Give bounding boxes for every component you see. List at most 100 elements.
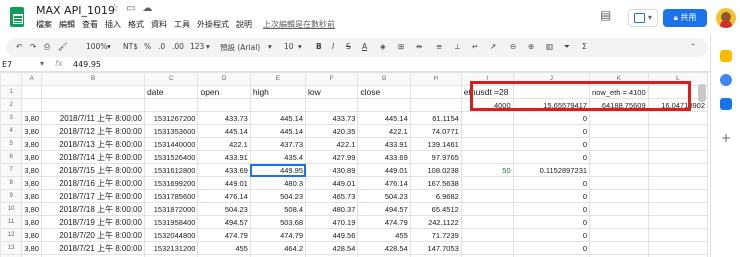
column-header-e[interactable]: E: [249, 72, 307, 86]
cell-g10[interactable]: 494.57: [357, 202, 411, 216]
sheets-logo-icon[interactable]: [10, 7, 24, 27]
cell-c8[interactable]: 1531699200: [143, 176, 199, 190]
cell-g11[interactable]: 474.79: [357, 215, 411, 229]
row-header[interactable]: 3: [0, 111, 23, 125]
cell-j8[interactable]: 0: [512, 176, 591, 190]
cell-f7[interactable]: 430.89: [305, 163, 359, 177]
cell-h8[interactable]: 167.5638: [409, 176, 462, 190]
percent-format-button[interactable]: %: [144, 42, 151, 51]
cell-f11[interactable]: 470.19: [305, 215, 359, 229]
row-header[interactable]: 7: [0, 163, 23, 177]
row-header[interactable]: 11: [0, 215, 23, 229]
menu-file[interactable]: 檔案: [36, 20, 52, 29]
row-header[interactable]: 6: [0, 150, 23, 164]
cell-i6[interactable]: [460, 150, 514, 164]
cell-a6[interactable]: 3,80: [21, 150, 42, 164]
cell-f8[interactable]: 449.01: [305, 176, 359, 190]
cell-c6[interactable]: 1531526400: [143, 150, 199, 164]
cell-c2[interactable]: [143, 98, 199, 112]
cell-c10[interactable]: 1531872000: [143, 202, 199, 216]
cell-e12[interactable]: 474.79: [249, 228, 307, 242]
cell-b5[interactable]: 2018/7/13 上午 8:00:00: [40, 137, 145, 151]
cell-e9[interactable]: 504.23: [249, 189, 307, 203]
cell-l5[interactable]: [647, 137, 708, 151]
cell-f2[interactable]: [305, 98, 359, 112]
collapse-toolbar-icon[interactable]: ⌃: [690, 42, 696, 51]
folder-icon[interactable]: ▭: [126, 3, 135, 14]
filter-icon[interactable]: ⏷: [564, 42, 570, 52]
cell-a7[interactable]: 3,80: [21, 163, 42, 177]
cell-i3[interactable]: [460, 111, 514, 125]
cell-e3[interactable]: 445.14: [249, 111, 307, 125]
cell-a4[interactable]: 3,80: [21, 124, 42, 138]
cell-d9[interactable]: 476.14: [197, 189, 251, 203]
cell-j3[interactable]: 0: [512, 111, 591, 125]
redo-icon[interactable]: ↷: [30, 42, 36, 51]
cell-l6[interactable]: [647, 150, 708, 164]
cell-i2[interactable]: 4000: [460, 98, 514, 112]
cell-c13[interactable]: 1532131200: [143, 241, 199, 255]
cell-d4[interactable]: 445.14: [197, 124, 251, 138]
cell-h4[interactable]: 74.0771: [409, 124, 462, 138]
cell-i4[interactable]: [460, 124, 514, 138]
paint-format-icon[interactable]: 🖌︎: [58, 42, 68, 51]
cell-i13[interactable]: [460, 241, 514, 255]
menu-view[interactable]: 查看: [82, 20, 98, 29]
column-header-h[interactable]: H: [409, 72, 462, 86]
cell-a5[interactable]: 3,80: [21, 137, 42, 151]
row-header[interactable]: 4: [0, 124, 23, 138]
cell-i10[interactable]: [460, 202, 514, 216]
column-header-f[interactable]: F: [305, 72, 359, 86]
tasks-icon[interactable]: [720, 74, 732, 86]
menu-addons[interactable]: 外掛程式: [197, 20, 229, 29]
cell-g2[interactable]: [357, 98, 411, 112]
column-header-d[interactable]: D: [197, 72, 251, 86]
formula-input[interactable]: 449.95: [73, 60, 101, 69]
cell-k10[interactable]: [589, 202, 649, 216]
comment-icon[interactable]: ▤: [600, 8, 611, 22]
cell-e7[interactable]: 449.95: [249, 163, 307, 177]
document-title[interactable]: MAX API_1019: [36, 4, 115, 17]
cell-e8[interactable]: 480.3: [249, 176, 307, 190]
cell-i1[interactable]: ethusdt =28: [460, 85, 514, 99]
select-all-corner[interactable]: [0, 72, 23, 86]
cell-a13[interactable]: 3,80: [21, 241, 42, 255]
cell-l8[interactable]: [647, 176, 708, 190]
cell-k5[interactable]: [589, 137, 649, 151]
cell-g4[interactable]: 422.1: [357, 124, 411, 138]
cell-k1[interactable]: now_eth = 4100: [589, 85, 649, 99]
cell-b11[interactable]: 2018/7/19 上午 8:00:00: [40, 215, 145, 229]
cell-c1[interactable]: date: [143, 85, 199, 99]
cell-d2[interactable]: [197, 98, 251, 112]
chevron-down-icon[interactable]: ▾: [40, 59, 44, 68]
cell-j13[interactable]: 0: [512, 241, 591, 255]
cell-f6[interactable]: 427.99: [305, 150, 359, 164]
cell-c12[interactable]: 1532044800: [143, 228, 199, 242]
cell-l12[interactable]: [647, 228, 708, 242]
cell-i5[interactable]: [460, 137, 514, 151]
chart-icon[interactable]: ▥: [546, 42, 553, 51]
cell-b3[interactable]: 2018/7/11 上午 8:00:00: [40, 111, 145, 125]
align-vertical-icon[interactable]: ⊥: [454, 42, 461, 51]
cell-i8[interactable]: [460, 176, 514, 190]
cell-b4[interactable]: 2018/7/12 上午 8:00:00: [40, 124, 145, 138]
cell-h6[interactable]: 97.9765: [409, 150, 462, 164]
font-size-select[interactable]: 10: [284, 42, 294, 51]
cell-k9[interactable]: [589, 189, 649, 203]
cell-b9[interactable]: 2018/7/17 上午 8:00:00: [40, 189, 145, 203]
strikethrough-button[interactable]: S: [346, 42, 351, 51]
chevron-down-icon[interactable]: ▾: [268, 42, 272, 51]
cell-g12[interactable]: 455: [357, 228, 411, 242]
cell-c5[interactable]: 1531440000: [143, 137, 199, 151]
cell-e6[interactable]: 435.4: [249, 150, 307, 164]
cell-g3[interactable]: 445.14: [357, 111, 411, 125]
functions-icon[interactable]: Σ: [582, 42, 587, 51]
cell-d8[interactable]: 449.01: [197, 176, 251, 190]
cell-i11[interactable]: [460, 215, 514, 229]
cell-h11[interactable]: 242.1122: [409, 215, 462, 229]
chevron-down-icon[interactable]: ▾: [206, 42, 210, 51]
cell-l13[interactable]: [647, 241, 708, 255]
cell-h13[interactable]: 147.7053: [409, 241, 462, 255]
cell-d7[interactable]: 433.69: [197, 163, 251, 177]
cell-c9[interactable]: 1531785600: [143, 189, 199, 203]
